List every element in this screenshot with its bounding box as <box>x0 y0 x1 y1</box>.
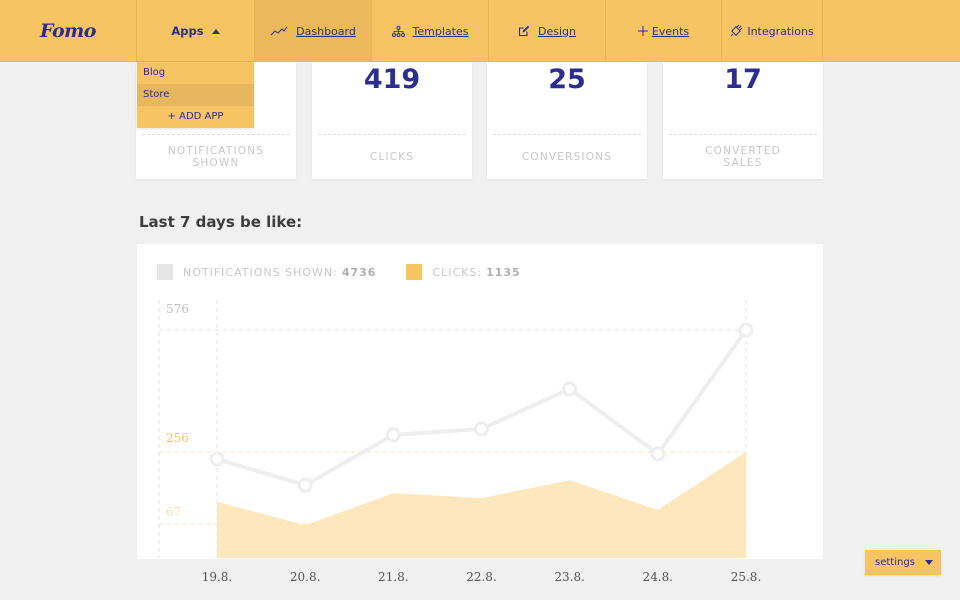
stat-value: 419 <box>363 64 421 95</box>
plug-icon <box>730 25 743 37</box>
divider <box>669 134 817 135</box>
stat-label: CONVERSIONS <box>521 151 613 163</box>
section-title: Last 7 days be like: <box>139 213 303 231</box>
apps-label: Apps <box>171 24 204 38</box>
nav-events-label: Events <box>651 24 690 38</box>
stat-label: CONVERTED SALES <box>705 145 781 169</box>
x-tick-label: 24.8. <box>642 570 674 584</box>
settings-button[interactable]: settings <box>865 550 941 575</box>
edit-icon <box>518 25 530 37</box>
legend-swatch <box>157 264 173 280</box>
legend-value: 1135 <box>486 265 521 279</box>
top-navbar: Fomo Apps Dashboard Templates Design Eve… <box>0 0 960 62</box>
stat-card-converted-sales: 17 CONVERTED SALES <box>663 62 823 179</box>
nav-dashboard-label: Dashboard <box>296 24 356 38</box>
legend-value: 4736 <box>341 265 377 279</box>
legend-swatch <box>406 264 423 280</box>
chart-card: NOTIFICATIONS SHOWN: 4736 CLICKS: 1135 <box>137 244 823 559</box>
nav-integrations-label: Integrations <box>747 24 814 38</box>
nav-integrations[interactable]: Integrations <box>721 0 823 62</box>
nav-templates-label: Templates <box>412 24 469 38</box>
trend-line-icon <box>270 26 288 36</box>
caret-down-icon <box>925 560 933 565</box>
caret-up-icon <box>211 28 220 34</box>
x-tick-label: 23.8. <box>554 570 585 584</box>
legend-label: NOTIFICATIONS SHOWN: <box>183 265 338 279</box>
nav-templates[interactable]: Templates <box>371 0 488 62</box>
divider <box>318 134 466 135</box>
x-tick-label: 20.8. <box>289 570 321 584</box>
x-tick-label: 25.8. <box>730 570 762 584</box>
x-tick-label: 22.8. <box>466 570 497 584</box>
x-tick-label: 21.8. <box>378 570 409 584</box>
add-app-button[interactable]: + ADD APP <box>137 106 254 128</box>
nav-design[interactable]: Design <box>488 0 605 62</box>
divider <box>142 134 290 135</box>
nav-dashboard[interactable]: Dashboard <box>254 0 371 62</box>
divider <box>493 134 641 135</box>
stat-label: CLICKS <box>369 151 415 163</box>
nav-design-label: Design <box>538 24 576 38</box>
apps-menu-button[interactable]: Apps <box>136 0 254 62</box>
settings-label: settings <box>875 557 915 568</box>
fomo-logo[interactable]: Fomo <box>0 0 136 62</box>
legend-item-clicks[interactable]: CLICKS: 1135 <box>406 264 520 280</box>
legend-label: CLICKS: <box>432 265 483 279</box>
plus-icon <box>637 26 648 36</box>
legend-item-notifications[interactable]: NOTIFICATIONS SHOWN: 4736 <box>157 264 376 280</box>
stat-label: NOTIFICATIONS SHOWN <box>167 145 265 169</box>
stat-value: 17 <box>724 64 762 95</box>
x-tick-label: 19.8. <box>201 570 233 584</box>
app-item-blog[interactable]: Blog <box>137 62 254 84</box>
stat-value: 25 <box>548 64 586 95</box>
stat-card-clicks: 419 CLICKS <box>312 62 472 179</box>
chart-legend: NOTIFICATIONS SHOWN: 4736 CLICKS: 1135 <box>157 264 551 280</box>
app-item-store[interactable]: Store <box>137 84 254 106</box>
nav-events[interactable]: Events <box>605 0 721 62</box>
apps-dropdown: Blog Store + ADD APP <box>137 62 254 128</box>
sitemap-icon <box>391 25 405 37</box>
stat-card-conversions: 25 CONVERSIONS <box>487 62 647 179</box>
